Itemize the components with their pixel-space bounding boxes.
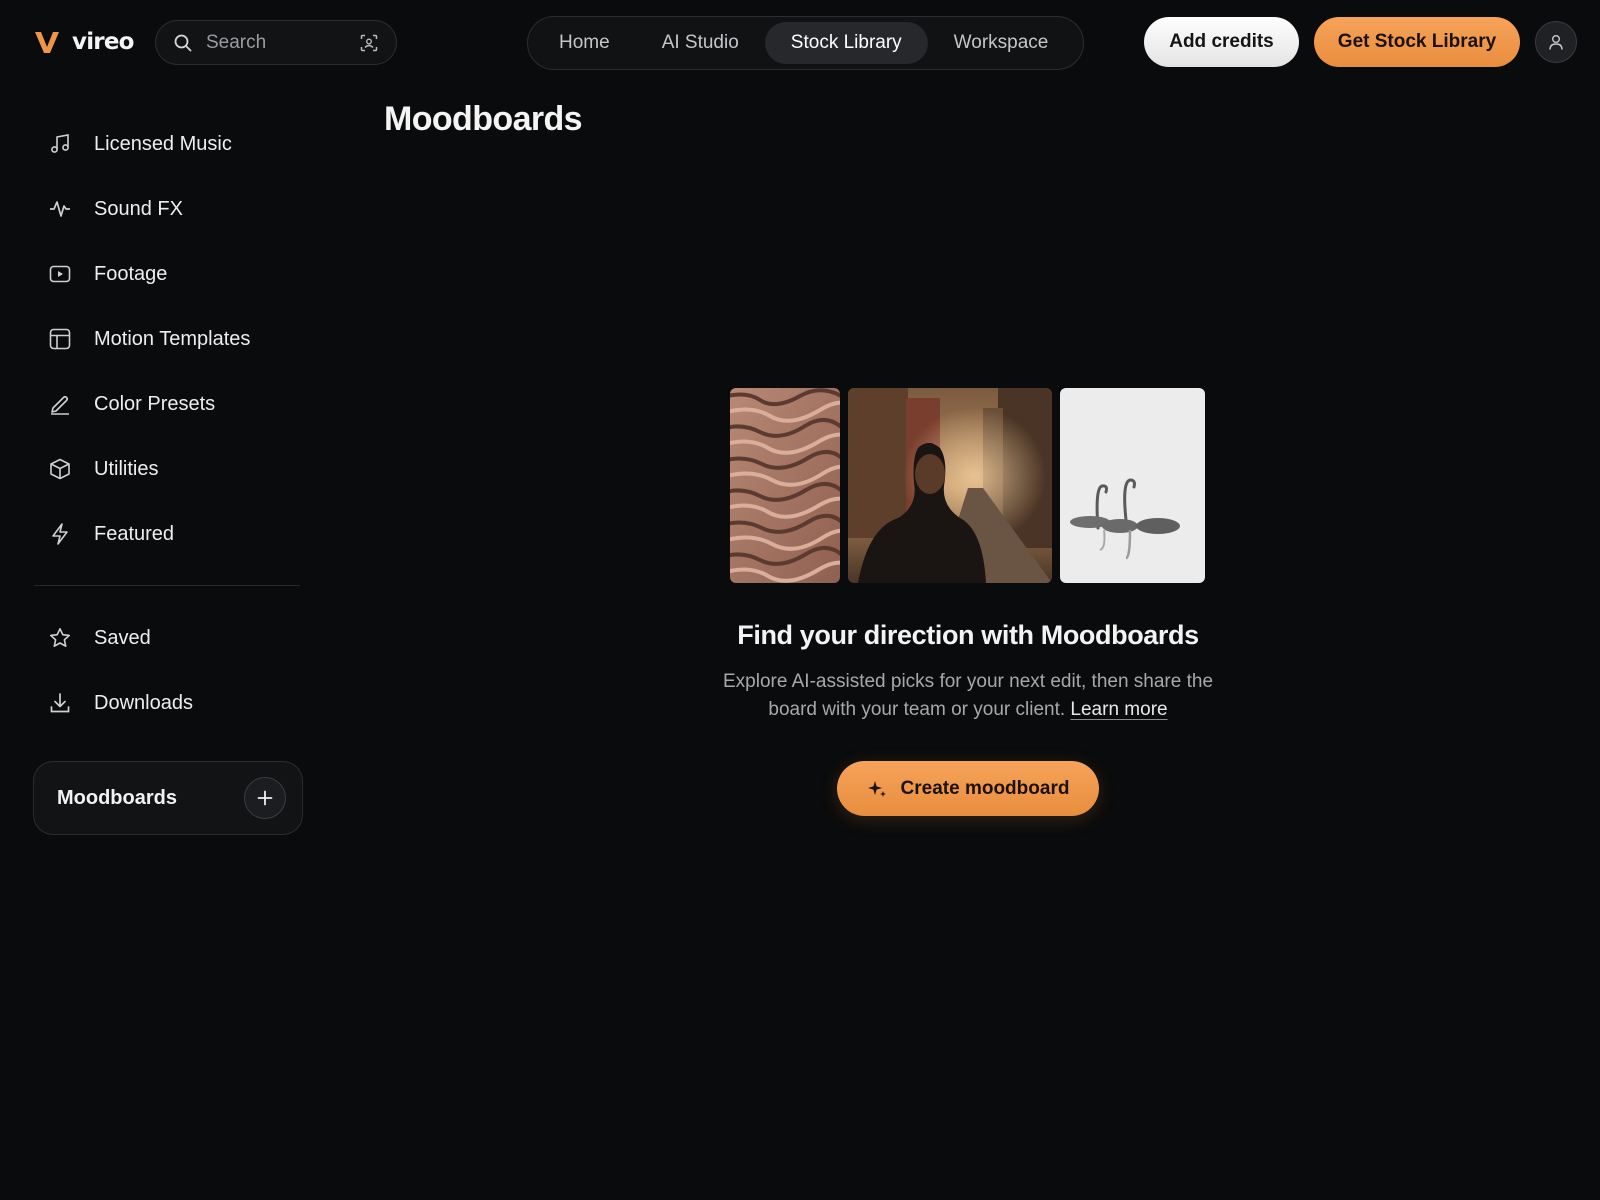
empty-state-heading: Find your direction with Moodboards — [737, 620, 1199, 650]
add-credits-button[interactable]: Add credits — [1144, 17, 1299, 67]
get-stock-library-button[interactable]: Get Stock Library — [1314, 17, 1520, 67]
sidebar-item-label: Downloads — [94, 691, 193, 714]
sidebar-item-label: Sound FX — [94, 197, 183, 220]
cube-icon — [48, 457, 72, 481]
sidebar-item-label: Footage — [94, 262, 168, 285]
brand-name: vireo — [72, 29, 134, 55]
image-scan-icon[interactable] — [360, 34, 378, 52]
swans-image — [1060, 388, 1205, 583]
sidebar-item-featured[interactable]: Featured — [34, 508, 300, 560]
sidebar-item-utilities[interactable]: Utilities — [34, 443, 300, 495]
empty-state-description: Explore AI-assisted picks for your next … — [700, 668, 1236, 724]
sidebar-item-motion-templates[interactable]: Motion Templates — [34, 313, 300, 365]
sidebar-item-label: Licensed Music — [94, 132, 232, 155]
top-bar: vireo Home AI Studio Stock Library Works… — [0, 0, 1600, 86]
logo[interactable]: vireo — [34, 24, 134, 60]
sidebar-item-licensed-music[interactable]: Licensed Music — [34, 118, 300, 170]
tab-stock-library[interactable]: Stock Library — [764, 22, 928, 64]
create-moodboard-button[interactable]: Create moodboard — [837, 761, 1099, 816]
star-icon — [48, 626, 72, 650]
main-nav: Home AI Studio Stock Library Workspace — [527, 16, 1084, 70]
waveform-icon — [48, 197, 72, 221]
user-icon — [1549, 35, 1563, 50]
sidebar-divider — [34, 585, 300, 586]
sidebar-item-label: Featured — [94, 522, 175, 545]
sparkle-icon — [867, 780, 886, 797]
sidebar-item-label: Color Presets — [94, 392, 216, 415]
tab-workspace[interactable]: Workspace — [928, 22, 1075, 64]
sand-dunes-image — [730, 388, 840, 583]
download-icon — [48, 691, 72, 715]
person-street-image — [848, 388, 1052, 583]
sidebar-item-label: Saved — [94, 626, 151, 649]
sidebar-item-downloads[interactable]: Downloads — [34, 677, 300, 729]
add-moodboard-button[interactable] — [244, 777, 286, 819]
sidebar-item-footage[interactable]: Footage — [34, 248, 300, 300]
create-moodboard-label: Create moodboard — [900, 777, 1070, 799]
vireo-logo-icon — [35, 32, 59, 53]
music-note-icon — [48, 132, 72, 156]
plus-icon — [257, 790, 273, 806]
search-bar[interactable] — [155, 20, 397, 65]
sidebar-item-label: Motion Templates — [94, 327, 251, 350]
sidebar-item-label: Utilities — [94, 457, 159, 480]
video-play-icon — [48, 262, 72, 286]
sidebar-item-sound-fx[interactable]: Sound FX — [34, 183, 300, 235]
avatar[interactable] — [1535, 21, 1577, 63]
tab-ai-studio[interactable]: AI Studio — [636, 22, 765, 64]
page-title: Moodboards — [384, 100, 583, 138]
sidebar-item-color-presets[interactable]: Color Presets — [34, 378, 300, 430]
search-icon — [174, 34, 192, 51]
lightning-icon — [48, 522, 72, 546]
search-input[interactable] — [206, 31, 354, 54]
moodboards-section[interactable]: Moodboards — [33, 761, 303, 835]
tab-home[interactable]: Home — [533, 22, 636, 64]
learn-more-link[interactable]: Learn more — [1070, 699, 1167, 720]
pen-icon — [48, 392, 72, 416]
sidebar-item-saved[interactable]: Saved — [34, 612, 300, 664]
layout-template-icon — [48, 327, 72, 351]
moodboards-label: Moodboards — [57, 786, 177, 809]
